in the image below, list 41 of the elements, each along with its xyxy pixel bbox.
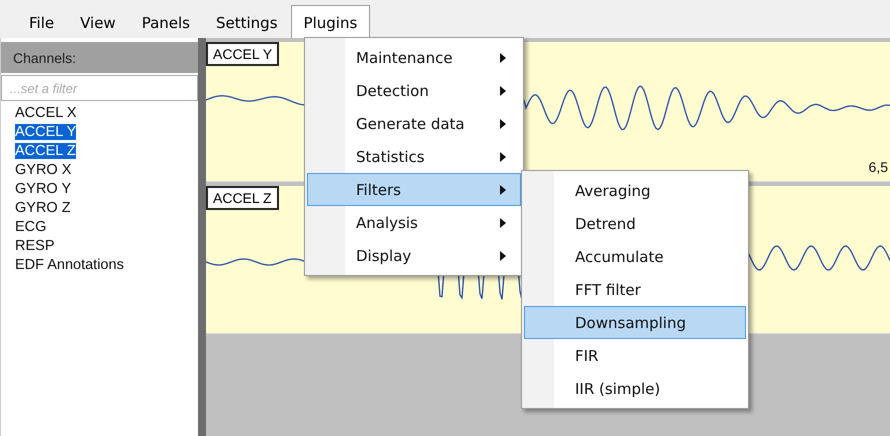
- channel-item[interactable]: GYRO X: [15, 162, 72, 178]
- menu-item[interactable]: Plugins: [290, 5, 370, 39]
- channel-item[interactable]: ACCEL X: [15, 105, 77, 121]
- menu-item[interactable]: IIR (simple): [524, 372, 746, 405]
- channel-label: ACCEL Z: [206, 186, 279, 210]
- channel-item[interactable]: ECG: [15, 219, 46, 235]
- submenu-arrow-icon: [500, 118, 506, 128]
- channel-item[interactable]: ACCEL Z: [15, 143, 76, 159]
- menu-item[interactable]: Detrend: [524, 207, 746, 240]
- menu-item[interactable]: Statistics: [307, 140, 521, 173]
- panel-header: Channels:: [1, 42, 198, 73]
- channel-item[interactable]: ACCEL Y: [15, 124, 76, 140]
- submenu-arrow-icon: [500, 218, 506, 228]
- menu-item[interactable]: Generate data: [307, 107, 521, 140]
- menu-item[interactable]: Downsampling: [524, 306, 746, 339]
- axis-tick-label: 6,5: [868, 159, 888, 175]
- channel-item[interactable]: GYRO Z: [15, 200, 71, 216]
- submenu-arrow-icon: [500, 250, 506, 260]
- menu-item[interactable]: Filters: [307, 173, 521, 206]
- menu-item[interactable]: FIR: [524, 339, 746, 372]
- channel-item[interactable]: GYRO Y: [15, 181, 72, 197]
- channel-label: ACCEL Y: [206, 42, 280, 66]
- menu-item[interactable]: Analysis: [307, 206, 521, 239]
- channel-item[interactable]: RESP: [15, 238, 54, 254]
- submenu-arrow-icon: [500, 52, 506, 62]
- submenu-arrow-icon: [500, 152, 506, 162]
- menu-item[interactable]: Settings: [203, 5, 291, 39]
- menu-item[interactable]: Maintenance: [307, 41, 521, 74]
- menu-item[interactable]: File: [16, 5, 68, 39]
- channel-item[interactable]: EDF Annotations: [15, 257, 124, 273]
- menu-item[interactable]: View: [67, 5, 129, 39]
- menu-item[interactable]: Accumulate: [524, 240, 746, 273]
- menu-item[interactable]: Panels: [128, 5, 203, 39]
- submenu-arrow-icon: [500, 184, 506, 194]
- submenu-arrow-icon: [500, 86, 506, 96]
- menu-item[interactable]: Display: [307, 239, 521, 272]
- filter-field[interactable]: ...set a filter: [1, 75, 198, 101]
- menu-item[interactable]: Detection: [307, 74, 521, 107]
- menu-item[interactable]: Averaging: [524, 174, 746, 207]
- splitter[interactable]: [198, 38, 206, 436]
- menu-item[interactable]: FFT filter: [524, 273, 746, 306]
